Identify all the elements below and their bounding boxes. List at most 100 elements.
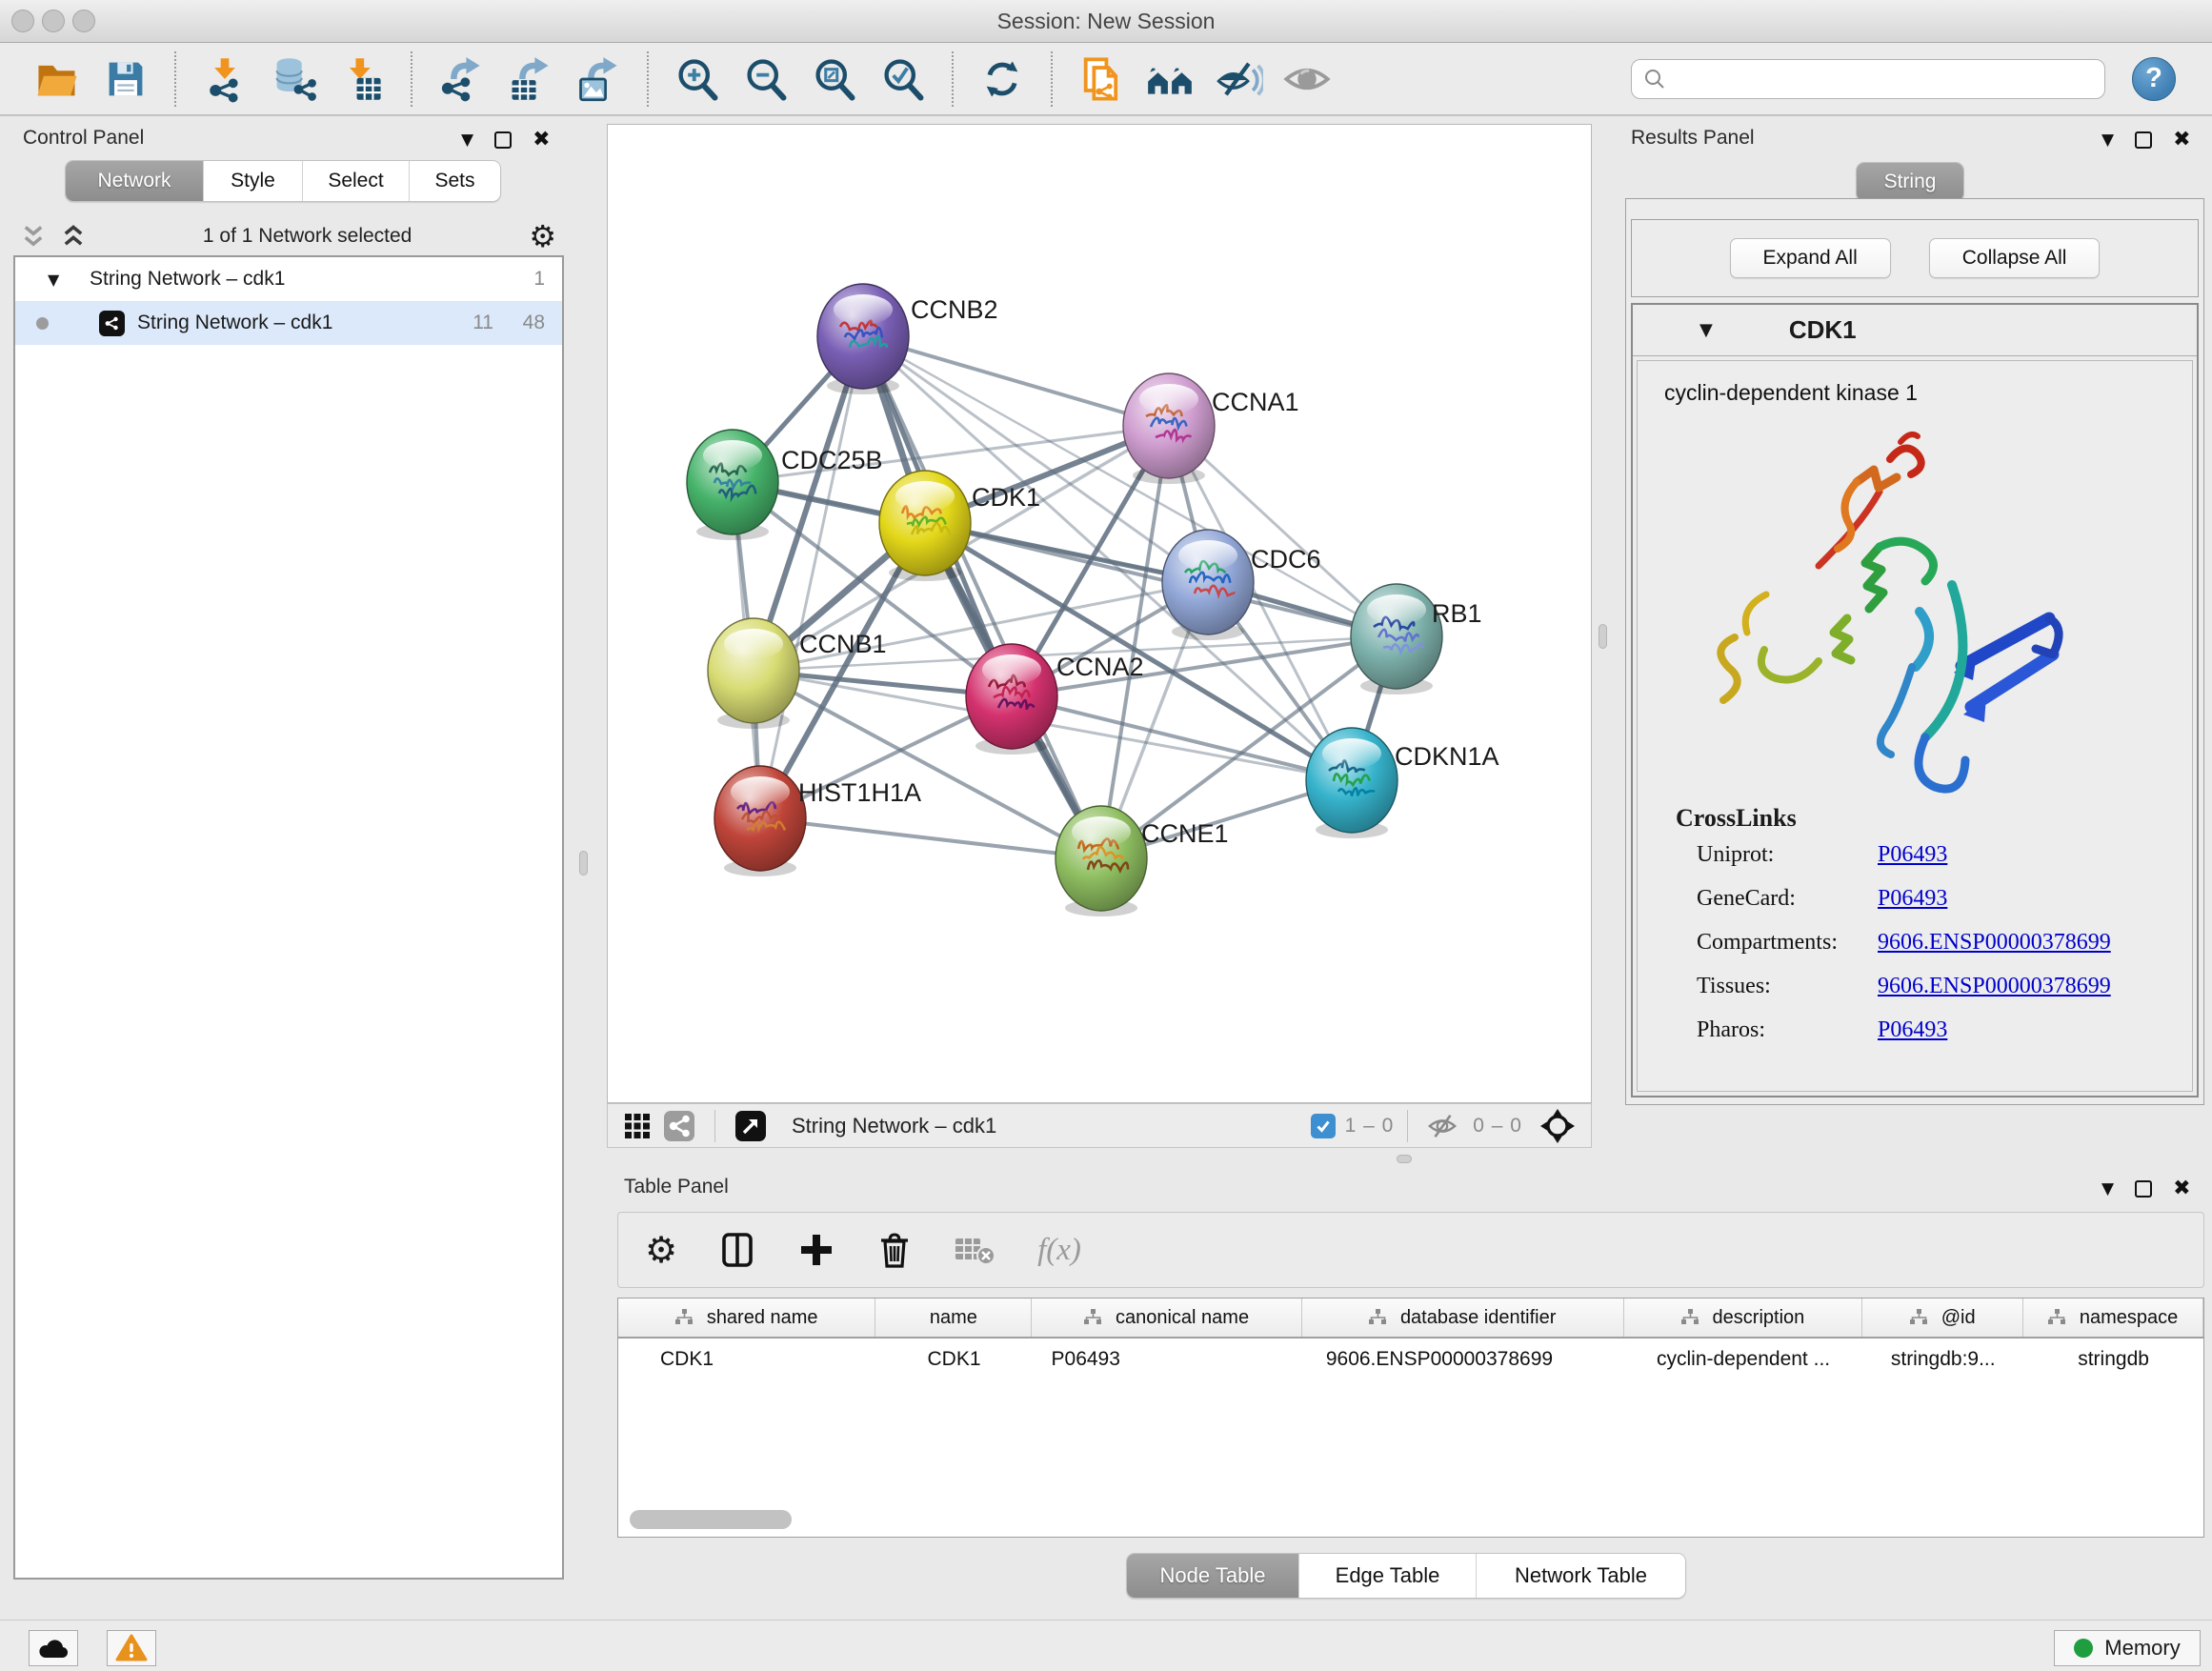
tab-style[interactable]: Style [203,161,302,201]
tab-string[interactable]: String [1857,163,1963,201]
float-panel-icon[interactable] [494,131,512,149]
copy-network-button[interactable] [1076,52,1127,106]
memory-button[interactable]: Memory [2054,1630,2201,1666]
hide-glass-layer-button[interactable] [1213,52,1264,106]
network-edge-CCNB2-HIST1H1A[interactable] [760,336,863,818]
export-table-button[interactable] [504,52,555,106]
export-image-button[interactable] [573,52,624,106]
save-session-button[interactable] [100,52,151,106]
column-header-database-identifier[interactable]: database identifier [1302,1299,1624,1337]
crosslink-value-link[interactable]: P06493 [1878,842,1947,868]
collection-expander-icon[interactable]: ▼ [48,271,59,289]
selected-items-checkbox[interactable] [1311,1114,1336,1138]
table-cell[interactable]: cyclin-dependent ... [1624,1348,1862,1371]
table-cell[interactable]: CDK1 [618,1348,876,1371]
tab-node-table[interactable]: Node Table [1127,1554,1298,1598]
collapse-all-button[interactable]: Collapse All [1929,238,2101,278]
network-collection-row[interactable]: ▼ String Network – cdk1 1 [15,257,562,301]
panel-menu-icon[interactable]: ▼ [2101,1179,2114,1198]
column-header-shared-name[interactable]: shared name [618,1299,875,1337]
node-table[interactable]: shared name namecanonical name database id… [617,1298,2204,1538]
table-cell[interactable]: stringdb:9... [1862,1348,2023,1371]
crosslink-value-link[interactable]: P06493 [1878,1017,1947,1043]
column-header-label: database identifier [1400,1307,1556,1329]
memory-status-dot [2074,1639,2093,1658]
show-columns-icon[interactable] [717,1230,757,1270]
table-cell[interactable]: stringdb [2023,1348,2203,1371]
network-edge-HIST1H1A-CCNE1[interactable] [760,818,1101,858]
right-splitter-handle[interactable] [1599,624,1607,649]
expand-all-icon[interactable] [59,222,88,251]
tab-network-table[interactable]: Network Table [1476,1554,1685,1598]
network-row[interactable]: String Network – cdk1 11 48 [15,301,562,345]
network-edge-CCNB2-CCNA1[interactable] [863,336,1169,426]
tab-select[interactable]: Select [302,161,409,201]
birds-eye-grid-icon[interactable] [623,1112,652,1140]
bottom-splitter-handle[interactable] [1397,1155,1412,1163]
zoom-fit-button[interactable] [809,52,860,106]
help-button[interactable]: ? [2132,57,2176,101]
horizontal-scrollbar[interactable] [630,1510,792,1529]
toolbar-separator [1051,51,1053,107]
column-header-canonical-name[interactable]: canonical name [1032,1299,1301,1337]
table-cell[interactable]: CDK1 [876,1348,1033,1371]
crosslink-value-link[interactable]: 9606.ENSP00000378699 [1878,974,2111,999]
node-gloss [731,776,790,807]
node-gloss [1367,594,1426,625]
column-header--id[interactable]: @id [1862,1299,2023,1337]
table-cell[interactable]: P06493 [1033,1348,1302,1371]
crosslink-value-link[interactable]: P06493 [1878,886,1947,912]
column-header-name[interactable]: name [875,1299,1032,1337]
expand-all-button[interactable]: Expand All [1730,238,1891,278]
network-options-gear-icon[interactable]: ⚙ [529,218,556,254]
import-table-button[interactable] [336,52,388,106]
zoom-in-button[interactable] [672,52,723,106]
network-node-label-CDK1: CDK1 [972,483,1040,512]
show-glass-layer-button[interactable] [1281,52,1333,106]
panel-menu-icon[interactable]: ▼ [2101,131,2114,150]
cloud-status-button[interactable] [29,1630,78,1666]
crosslink-value-link[interactable]: 9606.ENSP00000378699 [1878,930,2111,956]
panel-menu-icon[interactable]: ▼ [461,131,473,150]
column-header-description[interactable]: description [1624,1299,1863,1337]
tab-edge-table[interactable]: Edge Table [1298,1554,1476,1598]
control-panel-title: Control Panel [23,127,144,150]
close-panel-icon[interactable]: ✖ [2173,128,2190,151]
entry-expander-icon[interactable]: ▼ [1699,320,1713,340]
warning-icon [115,1634,148,1662]
open-in-window-icon[interactable] [734,1110,767,1142]
close-panel-icon[interactable]: ✖ [533,128,550,151]
collapse-all-icon[interactable] [19,222,48,251]
table-row[interactable]: CDK1CDK1P064939606.ENSP00000378699cyclin… [618,1339,2203,1380]
search-box[interactable] [1631,59,2105,99]
column-header-namespace[interactable]: namespace [2023,1299,2203,1337]
fit-content-crosshair-icon[interactable] [1539,1108,1576,1144]
close-panel-icon[interactable]: ✖ [2173,1177,2190,1200]
import-network-from-database-button[interactable] [268,52,319,106]
left-splitter-handle[interactable] [579,851,588,876]
string-home-button[interactable] [1144,52,1196,106]
import-network-button[interactable] [199,52,251,106]
tab-sets[interactable]: Sets [409,161,500,201]
tab-network[interactable]: Network [66,161,203,201]
network-canvas[interactable]: CCNB2CCNA1CDC25BCDK1CDC6RB1CCNB1CCNA2CDK… [607,124,1592,1103]
export-network-button[interactable] [435,52,487,106]
float-panel-icon[interactable] [2135,1180,2152,1198]
refresh-layout-button[interactable] [976,52,1028,106]
control-panel-controls: ▼ ✖ [461,128,551,151]
create-column-plus-icon[interactable] [797,1231,835,1269]
zoom-selected-button[interactable] [877,52,929,106]
float-panel-icon[interactable] [2135,131,2152,149]
delete-column-trash-icon[interactable] [875,1230,914,1270]
warnings-button[interactable] [107,1630,156,1666]
table-cell[interactable]: 9606.ENSP00000378699 [1302,1348,1624,1371]
network-edge-CDK1-RB1[interactable] [925,523,1397,636]
open-session-button[interactable] [31,52,83,106]
column-header-label: shared name [707,1307,818,1329]
table-options-gear-icon[interactable]: ⚙ [645,1229,677,1271]
results-entry-header[interactable]: ▼ CDK1 [1633,305,2197,356]
zoom-out-button[interactable] [740,52,792,106]
search-input[interactable] [1676,68,2093,90]
network-edge-CCNA1-CCNE1[interactable] [1101,426,1169,858]
crosslinks-list: Uniprot:P06493GeneCard:P06493Compartment… [1638,833,2192,1052]
